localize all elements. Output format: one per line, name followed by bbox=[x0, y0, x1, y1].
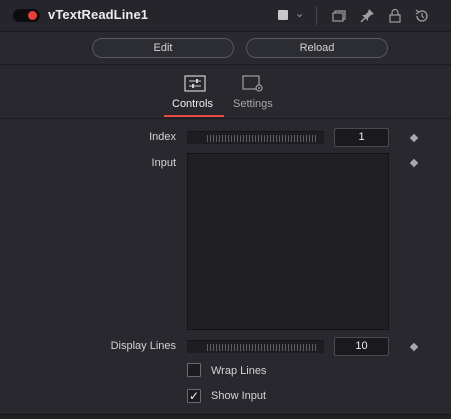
display-lines-value-field[interactable]: 10 bbox=[334, 337, 389, 356]
panel-bottom-edge bbox=[0, 414, 451, 419]
node-enable-toggle[interactable] bbox=[13, 9, 40, 22]
wrap-lines-label: Wrap Lines bbox=[211, 365, 267, 377]
header-separator bbox=[316, 6, 317, 26]
node-header: vTextReadLine1 ⌄ bbox=[0, 0, 451, 32]
show-input-label: Show Input bbox=[211, 390, 267, 402]
slider-ticks bbox=[207, 135, 316, 142]
keyframe-diamond-icon[interactable] bbox=[409, 158, 419, 168]
reload-button[interactable]: Reload bbox=[246, 38, 388, 58]
index-slider[interactable] bbox=[187, 131, 324, 144]
tab-settings-label: Settings bbox=[233, 98, 273, 110]
show-input-checkbox[interactable]: ✓ bbox=[187, 389, 201, 403]
divider bbox=[0, 118, 451, 119]
active-tab-indicator bbox=[164, 115, 224, 117]
wrap-lines-checkbox[interactable] bbox=[187, 363, 201, 377]
display-lines-label: Display Lines bbox=[110, 340, 176, 352]
tab-controls-label: Controls bbox=[172, 98, 213, 110]
divider bbox=[0, 64, 451, 65]
edit-button[interactable]: Edit bbox=[92, 38, 234, 58]
controls-icon bbox=[184, 75, 206, 93]
index-label: Index bbox=[149, 131, 176, 143]
display-lines-slider[interactable] bbox=[187, 340, 324, 353]
input-label: Input bbox=[151, 157, 176, 169]
reset-icon[interactable] bbox=[413, 7, 431, 25]
keyframe-diamond-icon[interactable] bbox=[409, 133, 419, 143]
chevron-down-icon[interactable]: ⌄ bbox=[295, 7, 304, 20]
version-icon[interactable] bbox=[330, 7, 348, 25]
node-color-swatch[interactable] bbox=[278, 10, 288, 20]
input-text-area[interactable] bbox=[187, 153, 389, 330]
settings-icon bbox=[242, 75, 264, 93]
enable-dot bbox=[28, 11, 37, 20]
lock-icon[interactable] bbox=[386, 7, 404, 25]
node-title[interactable]: vTextReadLine1 bbox=[48, 7, 148, 22]
slider-ticks bbox=[207, 344, 316, 351]
keyframe-diamond-icon[interactable] bbox=[409, 342, 419, 352]
index-value-field[interactable]: 1 bbox=[334, 128, 389, 147]
pin-icon[interactable] bbox=[358, 7, 376, 25]
